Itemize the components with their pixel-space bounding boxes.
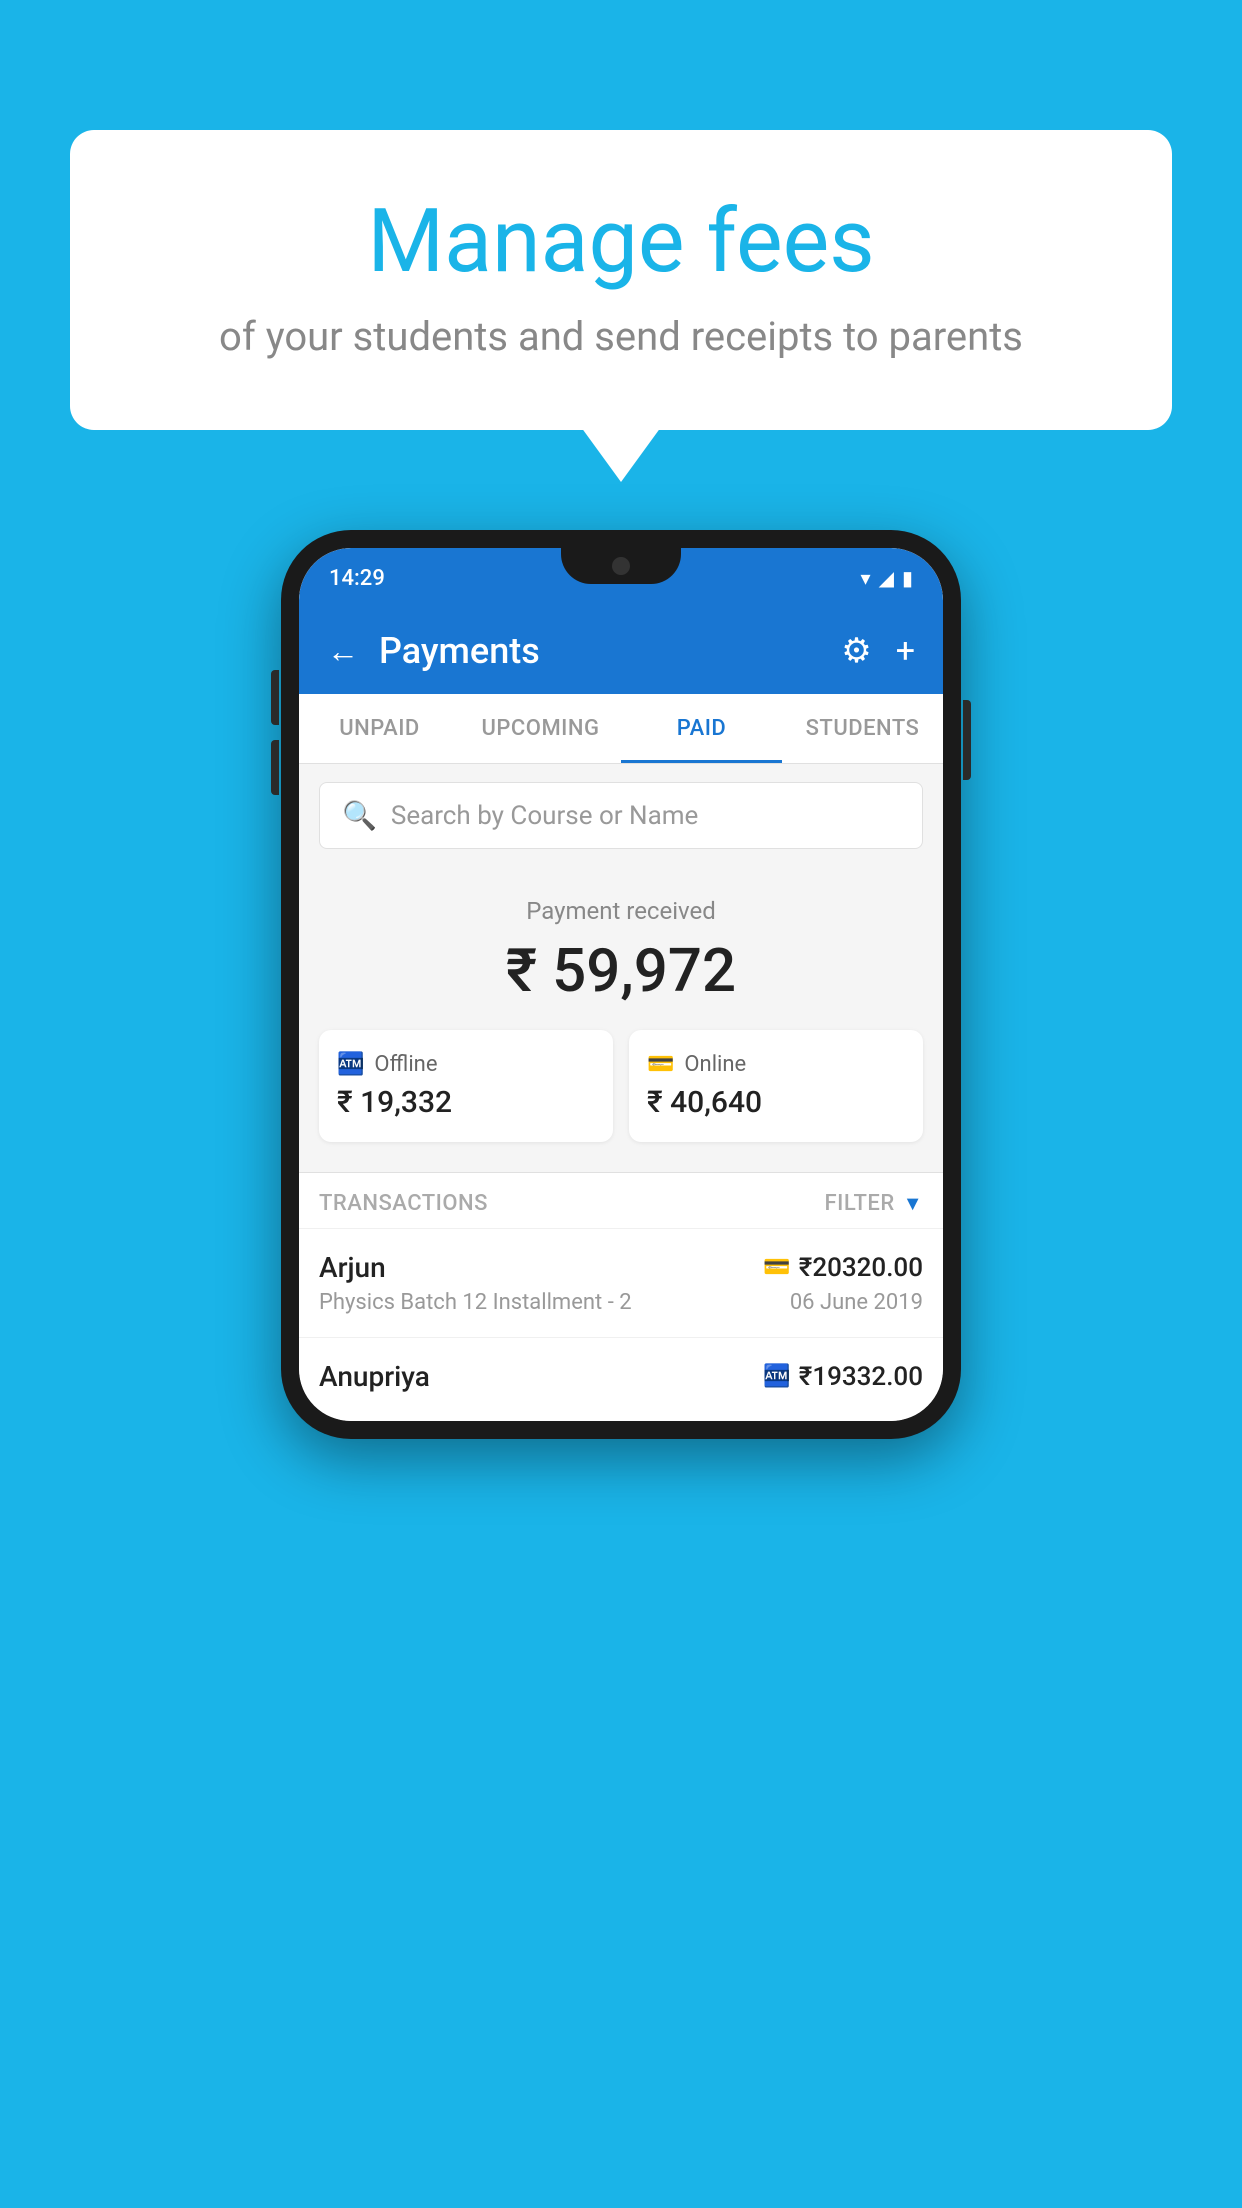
tab-paid[interactable]: PAID	[621, 694, 782, 763]
bubble-title: Manage fees	[150, 190, 1092, 293]
tab-students[interactable]: STUDENTS	[782, 694, 943, 763]
trans-top-row-2: Anupriya 🏧 ₹19332.00	[319, 1360, 923, 1393]
back-button[interactable]: ←	[327, 632, 359, 670]
phone-outer: 14:29 ▾ ◢ ▮ ← Payments	[281, 530, 961, 1439]
speech-bubble-container: Manage fees of your students and send re…	[70, 130, 1172, 430]
trans-course: Physics Batch 12 Installment - 2	[319, 1290, 632, 1315]
settings-button[interactable]: ⚙	[841, 631, 871, 671]
volume-down-button	[271, 740, 279, 795]
trans-name: Arjun	[319, 1251, 386, 1284]
online-icon: 💳	[647, 1052, 674, 1077]
tab-upcoming[interactable]: UPCOMING	[460, 694, 621, 763]
bubble-subtitle: of your students and send receipts to pa…	[150, 313, 1092, 360]
online-label: Online	[684, 1052, 746, 1077]
power-button	[963, 700, 971, 780]
payment-received-label: Payment received	[319, 897, 923, 925]
offline-payment-card: 🏧 Offline ₹ 19,332	[319, 1030, 613, 1142]
trans-bottom-row: Physics Batch 12 Installment - 2 06 June…	[319, 1290, 923, 1315]
online-payment-card: 💳 Online ₹ 40,640	[629, 1030, 923, 1142]
status-icons: ▾ ◢ ▮	[861, 566, 913, 590]
payment-section: Payment received ₹ 59,972 🏧 Offline ₹ 19…	[299, 867, 943, 1172]
trans-top-row: Arjun 💳 ₹20320.00	[319, 1251, 923, 1284]
offline-label-row: 🏧 Offline	[337, 1052, 595, 1077]
phone-wrapper: 14:29 ▾ ◢ ▮ ← Payments	[281, 530, 961, 1439]
camera-dot	[612, 557, 630, 575]
search-icon: 🔍	[342, 799, 377, 832]
offline-icon: 🏧	[337, 1052, 364, 1077]
screen-inner: 14:29 ▾ ◢ ▮ ← Payments	[299, 548, 943, 1421]
search-container: 🔍 Search by Course or Name	[299, 764, 943, 867]
offline-label: Offline	[374, 1052, 437, 1077]
offline-amount: ₹ 19,332	[337, 1085, 595, 1120]
trans-amount-wrap-2: 🏧 ₹19332.00	[763, 1362, 923, 1392]
header-right: ⚙ +	[841, 631, 915, 671]
transactions-label: TRANSACTIONS	[319, 1191, 488, 1216]
transactions-header: TRANSACTIONS FILTER ▼	[299, 1172, 943, 1228]
filter-label: FILTER	[824, 1191, 894, 1216]
speech-bubble: Manage fees of your students and send re…	[70, 130, 1172, 430]
wifi-icon: ▾	[861, 566, 871, 590]
status-bar: 14:29 ▾ ◢ ▮	[299, 548, 943, 608]
filter-icon: ▼	[903, 1191, 923, 1216]
notch	[561, 548, 681, 584]
trans-payment-icon: 💳	[763, 1255, 790, 1280]
online-amount: ₹ 40,640	[647, 1085, 905, 1120]
app-header: ← Payments ⚙ +	[299, 608, 943, 694]
tabs-container: UNPAID UPCOMING PAID STUDENTS	[299, 694, 943, 764]
search-input[interactable]: Search by Course or Name	[391, 801, 698, 831]
header-left: ← Payments	[327, 630, 540, 672]
volume-up-button	[271, 670, 279, 725]
search-bar[interactable]: 🔍 Search by Course or Name	[319, 782, 923, 849]
trans-amount: ₹20320.00	[799, 1253, 923, 1283]
tab-unpaid[interactable]: UNPAID	[299, 694, 460, 763]
trans-payment-icon-2: 🏧	[763, 1364, 790, 1389]
table-row[interactable]: Anupriya 🏧 ₹19332.00	[299, 1337, 943, 1421]
signal-icon: ◢	[879, 566, 894, 590]
filter-button[interactable]: FILTER ▼	[824, 1191, 923, 1216]
add-button[interactable]: +	[896, 631, 915, 671]
trans-amount-wrap: 💳 ₹20320.00	[763, 1253, 923, 1283]
trans-amount-2: ₹19332.00	[799, 1362, 923, 1392]
payment-cards: 🏧 Offline ₹ 19,332 💳 Online ₹ 40,640	[319, 1030, 923, 1142]
phone-screen: 14:29 ▾ ◢ ▮ ← Payments	[299, 548, 943, 1421]
trans-name-2: Anupriya	[319, 1360, 430, 1393]
online-label-row: 💳 Online	[647, 1052, 905, 1077]
table-row[interactable]: Arjun 💳 ₹20320.00 Physics Batch 12 Insta…	[299, 1228, 943, 1337]
trans-date: 06 June 2019	[790, 1290, 923, 1315]
header-title: Payments	[379, 630, 540, 672]
status-time: 14:29	[329, 566, 385, 591]
payment-received-amount: ₹ 59,972	[319, 935, 923, 1006]
battery-icon: ▮	[902, 566, 913, 590]
